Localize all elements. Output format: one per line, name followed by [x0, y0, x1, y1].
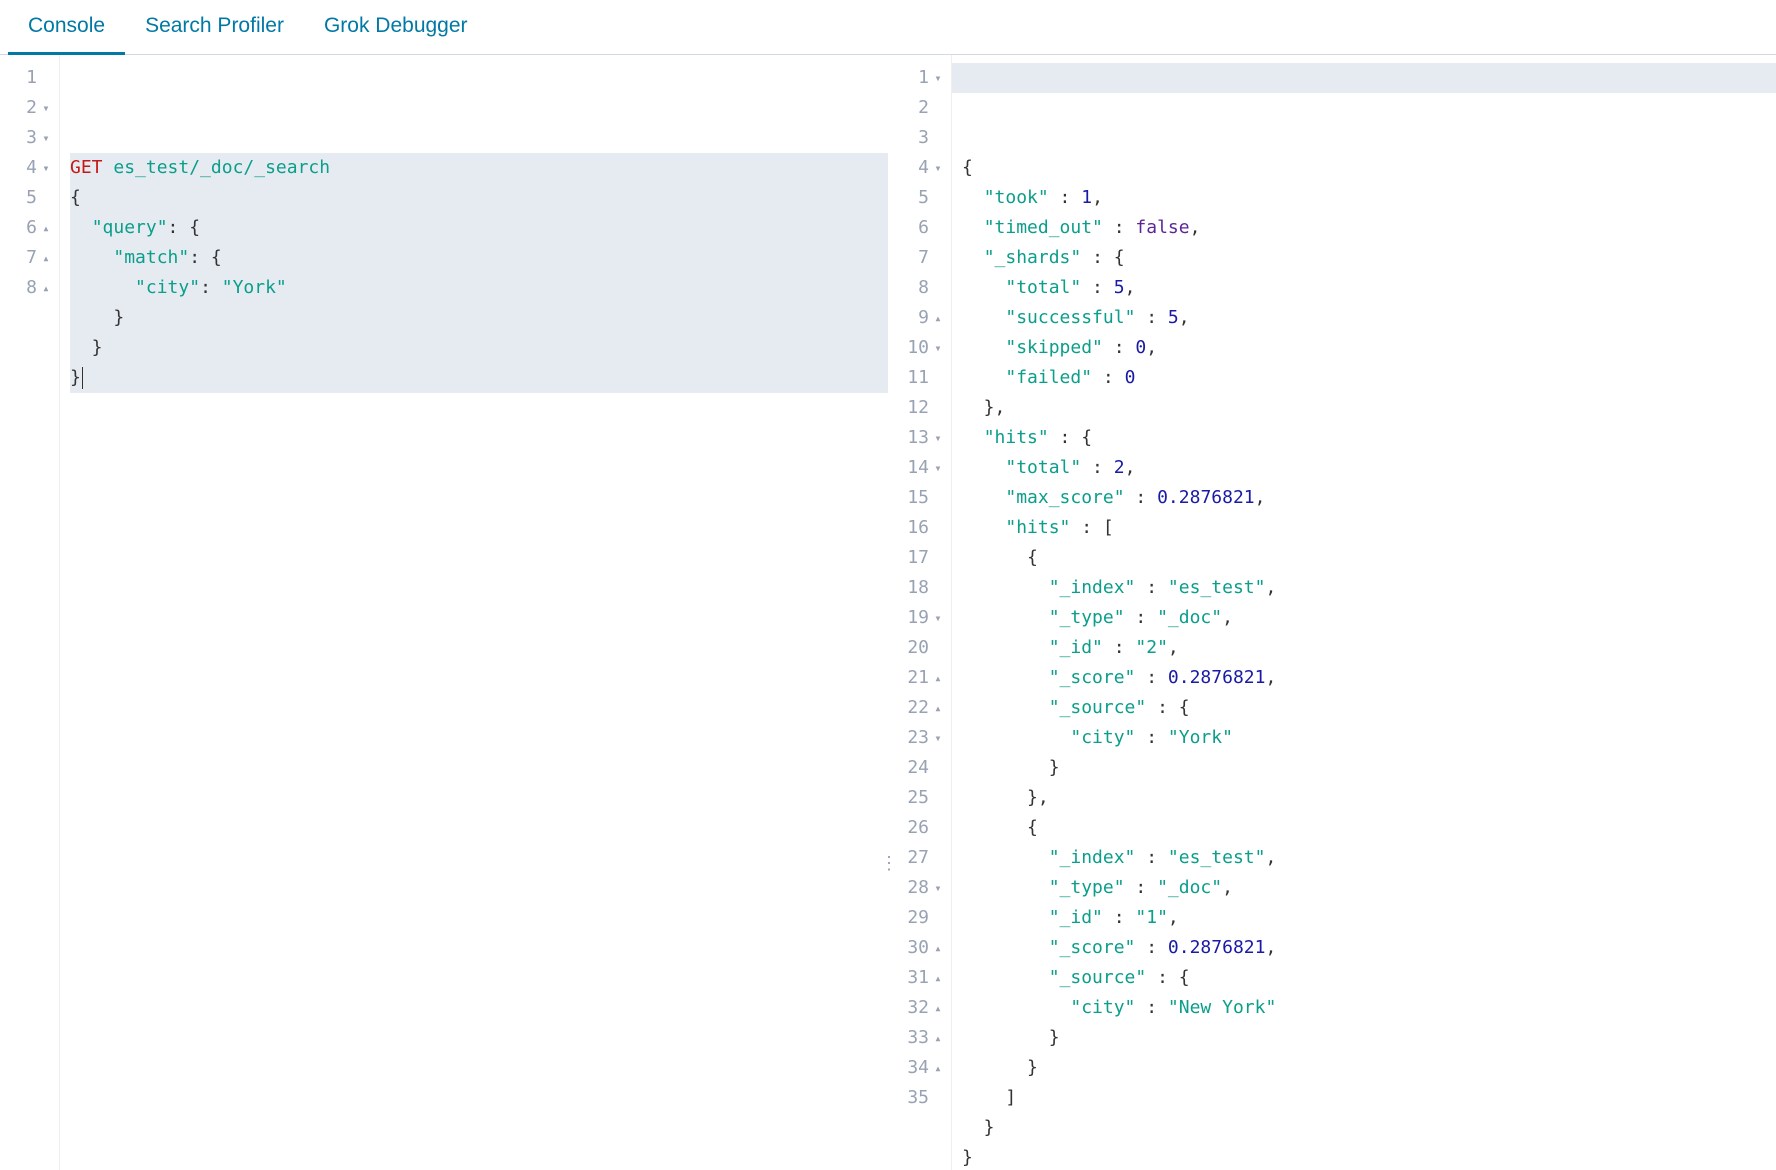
response-pane: 1▾234▾56789▴10▾111213▾14▾1516171819▾2021… — [888, 55, 1776, 1170]
tab-search-profiler[interactable]: Search Profiler — [125, 0, 304, 54]
response-gutter: 1▾234▾56789▴10▾111213▾14▾1516171819▾2021… — [888, 55, 952, 1170]
tab-bar: Console Search Profiler Grok Debugger — [0, 0, 1776, 55]
request-editor[interactable]: GET es_test/_doc/_search{ "query": { "ma… — [60, 55, 888, 1170]
pane-resize-handle[interactable]: ⋮ — [880, 853, 896, 874]
response-current-line-highlight — [952, 63, 1776, 93]
wrench-icon[interactable] — [836, 65, 858, 87]
request-pane: 12▾3▾4▾56▴7▴8▴ GET es_test/_doc/_search{… — [0, 55, 888, 1170]
editor-panes: 12▾3▾4▾56▴7▴8▴ GET es_test/_doc/_search{… — [0, 55, 1776, 1170]
response-viewer[interactable]: { "took" : 1, "timed_out" : false, "_sha… — [952, 55, 1776, 1170]
play-icon[interactable] — [798, 65, 820, 87]
tab-console[interactable]: Console — [8, 0, 125, 54]
request-gutter: 12▾3▾4▾56▴7▴8▴ — [0, 55, 60, 1170]
tab-grok-debugger[interactable]: Grok Debugger — [304, 0, 488, 54]
request-actions — [798, 65, 858, 87]
